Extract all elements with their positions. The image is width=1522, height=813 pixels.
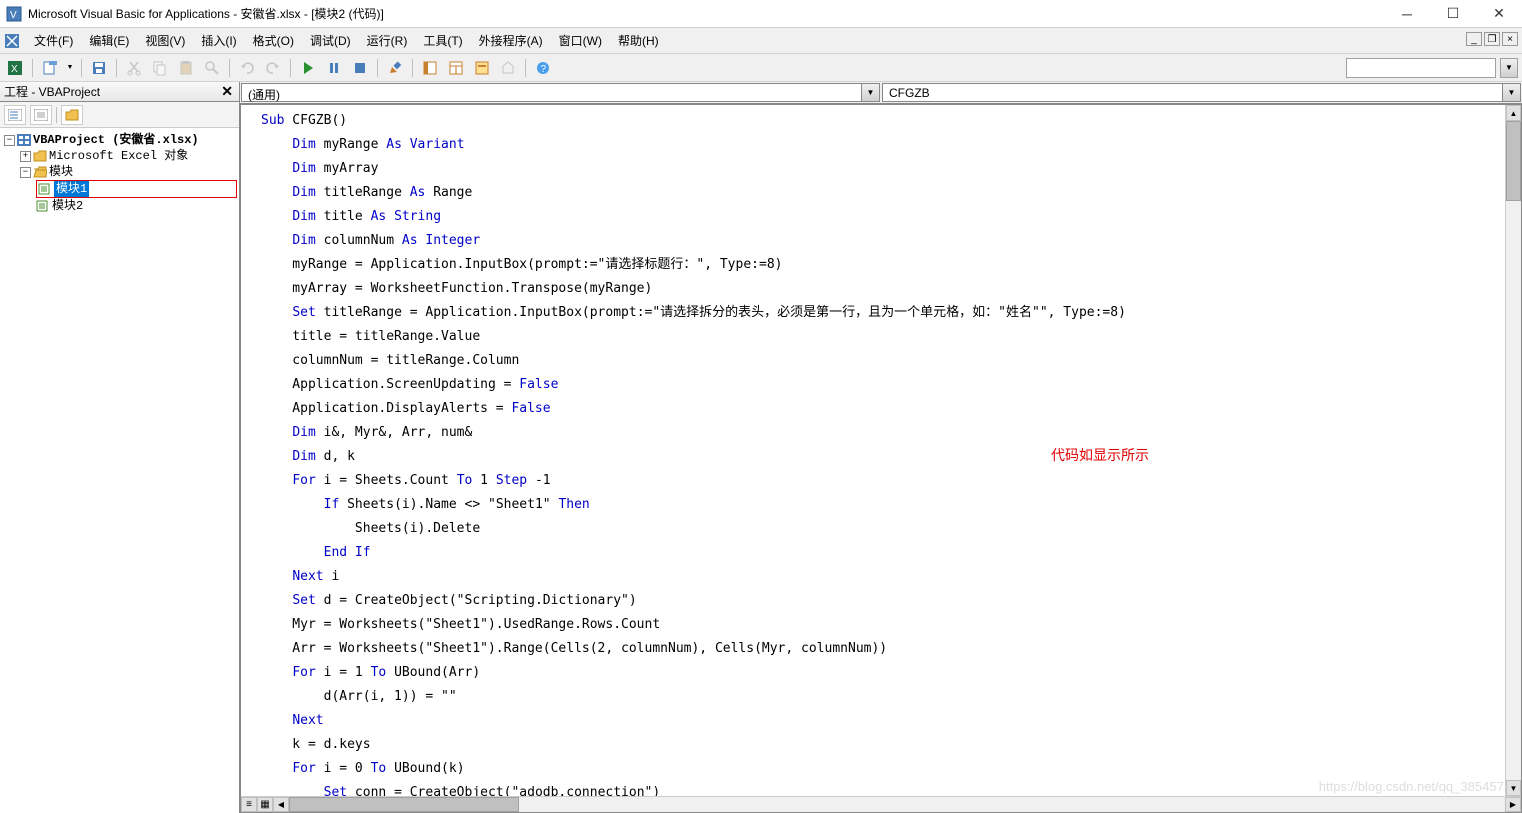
menu-window[interactable]: 窗口(W) <box>551 28 610 53</box>
menu-insert[interactable]: 插入(I) <box>193 28 244 53</box>
scroll-down-icon[interactable]: ▼ <box>1506 780 1521 796</box>
toolbar-combo-arrow[interactable]: ▼ <box>1500 58 1518 78</box>
window-title: Microsoft Visual Basic for Applications … <box>28 5 1384 22</box>
menubar: 文件(F) 编辑(E) 视图(V) 插入(I) 格式(O) 调试(D) 运行(R… <box>0 28 1522 54</box>
find-button[interactable] <box>201 57 223 79</box>
toolbar: X ▼ ? ▼ <box>0 54 1522 82</box>
break-button[interactable] <box>323 57 345 79</box>
folder-icon <box>33 150 47 162</box>
design-mode-button[interactable] <box>384 57 406 79</box>
full-module-view-button[interactable]: ▦ <box>257 797 273 812</box>
dropdown-arrow-icon[interactable]: ▼ <box>861 84 879 101</box>
help-button[interactable]: ? <box>532 57 554 79</box>
view-object-button[interactable] <box>30 105 52 125</box>
menu-format[interactable]: 格式(O) <box>245 28 302 53</box>
titlebar: V Microsoft Visual Basic for Application… <box>0 0 1522 28</box>
insert-module-button[interactable] <box>39 57 61 79</box>
insert-module-dropdown[interactable]: ▼ <box>65 57 75 79</box>
scroll-thumb[interactable] <box>1506 121 1521 201</box>
redo-button[interactable] <box>262 57 284 79</box>
expander-icon[interactable]: − <box>4 135 15 146</box>
menu-edit[interactable]: 编辑(E) <box>81 28 137 53</box>
close-button[interactable]: ✕ <box>1476 0 1522 28</box>
copy-button[interactable] <box>149 57 171 79</box>
mdi-minimize-button[interactable]: _ <box>1466 32 1482 46</box>
maximize-button[interactable]: ☐ <box>1430 0 1476 28</box>
project-tree[interactable]: − VBAProject (安徽省.xlsx) + Microsoft Exce… <box>0 128 239 813</box>
undo-button[interactable] <box>236 57 258 79</box>
code-area: (通用) ▼ CFGZB ▼ Sub CFGZB() Dim myRange A… <box>240 82 1522 813</box>
procedure-dropdown[interactable]: CFGZB ▼ <box>882 83 1521 102</box>
svg-text:V: V <box>10 10 17 21</box>
paste-button[interactable] <box>175 57 197 79</box>
annotation-text: 代码如显示所示 <box>1051 445 1149 465</box>
menu-view[interactable]: 视图(V) <box>137 28 193 53</box>
project-panel-title: 工程 - VBAProject <box>4 83 100 100</box>
module1-item[interactable]: 模块1 <box>54 181 89 197</box>
svg-text:X: X <box>11 64 18 75</box>
module-icon <box>38 183 52 195</box>
watermark-text: https://blog.csdn.net/qq_3854571 <box>1319 779 1511 794</box>
horizontal-scrollbar[interactable]: ≡ ▦ ◀ ▶ <box>241 796 1521 812</box>
module2-item[interactable]: 模块2 <box>52 198 83 214</box>
code-editor[interactable]: Sub CFGZB() Dim myRange As Variant Dim m… <box>241 105 1505 796</box>
project-explorer-panel: 工程 - VBAProject ✕ − VBAProject (安徽省.xlsx… <box>0 82 240 813</box>
vbaproject-icon <box>17 134 31 146</box>
procedure-dropdown-text: CFGZB <box>883 84 1502 101</box>
run-button[interactable] <box>297 57 319 79</box>
menu-addins[interactable]: 外接程序(A) <box>471 28 551 53</box>
folder-open-icon <box>33 166 47 178</box>
reset-button[interactable] <box>349 57 371 79</box>
project-panel-close-button[interactable]: ✕ <box>219 83 235 100</box>
scroll-thumb-h[interactable] <box>289 797 519 812</box>
vertical-scrollbar[interactable]: ▲ ▼ <box>1505 105 1521 796</box>
scroll-right-icon[interactable]: ▶ <box>1505 797 1521 812</box>
menu-tools[interactable]: 工具(T) <box>415 28 470 53</box>
scroll-left-icon[interactable]: ◀ <box>273 797 289 812</box>
menu-run[interactable]: 运行(R) <box>359 28 416 53</box>
module-icon <box>36 200 50 212</box>
svg-text:?: ? <box>541 64 547 75</box>
procedure-view-button[interactable]: ≡ <box>241 797 257 812</box>
toolbox-button[interactable] <box>497 57 519 79</box>
properties-window-button[interactable] <box>445 57 467 79</box>
cut-button[interactable] <box>123 57 145 79</box>
view-excel-button[interactable]: X <box>4 57 26 79</box>
minimize-button[interactable]: ─ <box>1384 0 1430 28</box>
project-explorer-button[interactable] <box>419 57 441 79</box>
expander-icon[interactable]: − <box>20 167 31 178</box>
project-root-label[interactable]: VBAProject (安徽省.xlsx) <box>33 132 199 148</box>
mdi-close-button[interactable]: × <box>1502 32 1518 46</box>
object-dropdown-text: (通用) <box>242 84 861 101</box>
menu-file[interactable]: 文件(F) <box>26 28 81 53</box>
toggle-folders-button[interactable] <box>61 105 83 125</box>
menu-debug[interactable]: 调试(D) <box>302 28 359 53</box>
save-button[interactable] <box>88 57 110 79</box>
object-browser-button[interactable] <box>471 57 493 79</box>
modules-folder[interactable]: 模块 <box>49 164 73 180</box>
dropdown-arrow-icon[interactable]: ▼ <box>1502 84 1520 101</box>
expander-icon[interactable]: + <box>20 151 31 162</box>
object-dropdown[interactable]: (通用) ▼ <box>241 83 880 102</box>
view-code-button[interactable] <box>4 105 26 125</box>
excel-objects-folder[interactable]: Microsoft Excel 对象 <box>49 148 188 164</box>
scroll-up-icon[interactable]: ▲ <box>1506 105 1521 121</box>
toolbar-combo[interactable] <box>1346 58 1496 78</box>
vba-menu-icon <box>4 33 20 49</box>
mdi-restore-button[interactable]: ❐ <box>1484 32 1500 46</box>
menu-help[interactable]: 帮助(H) <box>610 28 667 53</box>
vba-app-icon: V <box>6 6 22 22</box>
